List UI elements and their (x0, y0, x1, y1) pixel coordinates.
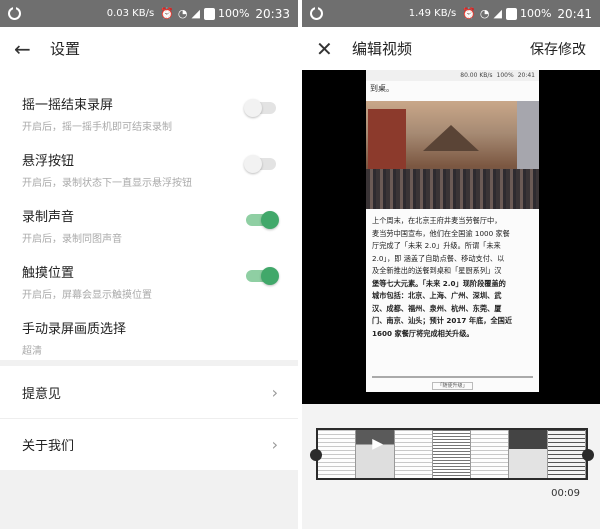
setting-subtitle: 开启后，录制同图声音 (22, 234, 122, 245)
status-time: 20:33 (255, 6, 290, 21)
setting-title: 录制声音 (22, 210, 75, 225)
frame-photo (366, 101, 539, 209)
frame-caption: 「随便升级」 (366, 382, 539, 390)
setting-title: 手动录屏画质选择 (22, 322, 127, 337)
photo-pagoda-roof (423, 125, 479, 151)
timeline-thumbnail (394, 430, 433, 478)
arrow-left-icon[interactable]: ← (14, 37, 42, 61)
alarm-icon: ⏰ (160, 7, 174, 20)
setting-touch-position[interactable]: 触摸位置 开启后，屏幕会显示触摸位置 (0, 248, 298, 304)
setting-subtitle: 开启后，摇一摇手机即可结束录制 (22, 122, 172, 133)
wifi-icon: ◔ (177, 7, 188, 20)
app-logo-icon (310, 6, 323, 20)
signal-icon: ◢ (493, 7, 502, 20)
setting-quality[interactable]: 手动录屏画质选择 超清 (0, 304, 298, 360)
caption-text: 「随便升级」 (432, 382, 473, 390)
trim-start-handle[interactable] (310, 449, 322, 461)
page-title: 设置 (50, 40, 81, 58)
settings-screen: 0.03 KB/s ⏰ ◔ ◢ 100% 20:33 ← 设置 摇一摇结束录屏 … (0, 0, 298, 529)
article-line: 城市包括：北京、上海、广州、深圳、武 (372, 291, 502, 300)
toggle-knob (261, 267, 279, 285)
network-speed: 1.49 KB/s (408, 8, 457, 19)
settings-list: 摇一摇结束录屏 开启后，摇一摇手机即可结束录制 悬浮按钮 开启后，录制状态下一直… (0, 70, 298, 360)
status-bar: 0.03 KB/s ⏰ ◔ ◢ 100% 20:33 (0, 0, 298, 27)
frame-status-bar: 80.00 KB/s 100% 20:41 (366, 70, 539, 81)
setting-title: 摇一摇结束录屏 (22, 98, 114, 113)
video-frame: 80.00 KB/s 100% 20:41 到桌。 上个周末，在北京王府井麦当劳… (366, 70, 539, 392)
page-title: 编辑视频 (352, 40, 413, 58)
setting-record-audio[interactable]: 录制声音 开启后，录制同图声音 (0, 192, 298, 248)
frame-divider (372, 376, 533, 378)
article-line: 麦当劳中国宣布，他们在全国逾 1000 家餐 (372, 228, 510, 238)
article-line: 门、南京、汕头；预计 2017 年底，全国近 (372, 316, 513, 325)
article-line: 堡等七大元素。「未来 2.0」现阶段覆盖的 (372, 278, 506, 288)
setting-subtitle: 开启后，录制状态下一直显示悬浮按钮 (22, 178, 192, 189)
app-logo-icon (8, 6, 21, 20)
about-label: 关于我们 (22, 439, 75, 454)
trim-end-handle[interactable] (582, 449, 594, 461)
record-audio-toggle[interactable] (246, 211, 279, 229)
toggle-knob (244, 99, 262, 117)
article-line: 汉、成都、福州、泉州、杭州、东莞、厦 (372, 303, 502, 313)
save-button[interactable]: 保存修改 (530, 39, 586, 59)
alarm-icon: ⏰ (462, 7, 476, 20)
feedback-item[interactable]: 提意见 › (0, 366, 298, 418)
video-duration: 00:09 (551, 488, 580, 499)
timeline-thumbnail (318, 430, 357, 478)
about-item[interactable]: 关于我们 › (0, 418, 298, 470)
battery-percent: 100% (217, 7, 250, 20)
timeline-thumbnail (471, 430, 510, 478)
touch-position-toggle[interactable] (246, 267, 279, 285)
article-line: 1600 家餐厅将完成相关升级。 (372, 328, 474, 338)
frame-article-text: 上个周末，在北京王府井麦当劳餐厅中， 麦当劳中国宣布，他们在全国逾 1000 家… (366, 209, 539, 340)
links-section: 提意见 › 关于我们 › (0, 366, 298, 470)
photo-crowd (366, 169, 539, 209)
article-line: 及全新推出的送餐到桌和「星厨系列」汉 (372, 266, 502, 275)
app-bar: ✕ 编辑视频 保存修改 (302, 27, 600, 70)
timeline-thumbnail (432, 430, 472, 478)
network-speed: 0.03 KB/s (106, 8, 155, 19)
article-line: 上个周末，在北京王府井麦当劳餐厅中， (372, 216, 502, 225)
timeline-thumbnail (509, 430, 548, 478)
timeline-thumbnail (547, 430, 586, 478)
chevron-right-icon: › (271, 435, 278, 454)
setting-subtitle: 开启后，屏幕会显示触摸位置 (22, 290, 152, 301)
chevron-right-icon: › (271, 382, 278, 402)
article-line: 2.0」，即 涵盖了自助点餐、移动支付、以 (372, 253, 505, 263)
shake-toggle[interactable] (244, 99, 276, 117)
frame-network-speed: 80.00 KB/s (460, 72, 493, 79)
signal-icon: ◢ (191, 7, 200, 20)
close-icon[interactable]: ✕ (316, 37, 344, 61)
frame-intro-text: 到桌。 (370, 84, 394, 93)
setting-shake-to-stop[interactable]: 摇一摇结束录屏 开启后，摇一摇手机即可结束录制 (0, 80, 298, 136)
setting-title: 悬浮按钮 (22, 154, 75, 169)
floating-button-toggle[interactable] (244, 155, 276, 173)
battery-icon (203, 7, 215, 20)
quality-value: 超清 (22, 346, 42, 357)
battery-percent: 100% (519, 7, 552, 20)
frame-time: 20:41 (517, 72, 535, 79)
edit-video-screen: 1.49 KB/s ⏰ ◔ ◢ 100% 20:41 ✕ 编辑视频 保存修改 8… (302, 0, 600, 529)
timeline-thumbnail (356, 430, 395, 478)
toggle-knob (261, 211, 279, 229)
battery-icon (505, 7, 517, 20)
app-bar: ← 设置 (0, 27, 298, 70)
video-timeline[interactable] (316, 428, 588, 480)
status-time: 20:41 (557, 6, 592, 21)
setting-title: 触摸位置 (22, 266, 75, 281)
setting-floating-button[interactable]: 悬浮按钮 开启后，录制状态下一直显示悬浮按钮 (0, 136, 298, 192)
article-line: 厅完成了「未来 2.0」升级。所谓「未来 (372, 241, 501, 250)
toggle-knob (244, 155, 262, 173)
wifi-icon: ◔ (479, 7, 490, 20)
status-bar: 1.49 KB/s ⏰ ◔ ◢ 100% 20:41 (302, 0, 600, 27)
frame-battery: 100% (496, 72, 514, 79)
video-preview[interactable]: 80.00 KB/s 100% 20:41 到桌。 上个周末，在北京王府井麦当劳… (302, 70, 600, 404)
feedback-label: 提意见 (22, 386, 62, 402)
